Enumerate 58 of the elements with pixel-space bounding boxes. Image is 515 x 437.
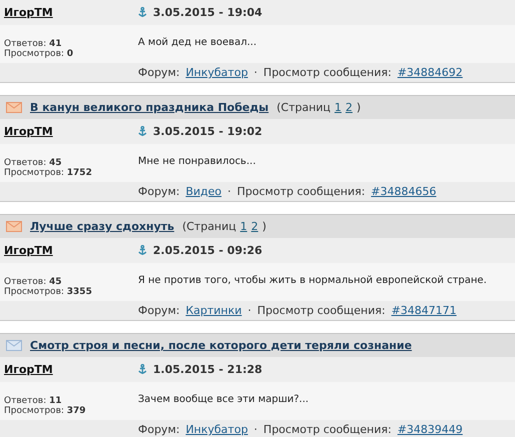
page-link[interactable]: 2 [346,101,353,114]
forum-label: Форум: [138,185,180,198]
post-message: Я не против того, чтобы жить в нормальной европейской стране. [138,274,488,286]
post-message: А мой дед не воевал... [138,36,258,48]
anchor-icon [138,245,147,256]
view-post-label: Просмотр сообщения: [263,66,392,79]
separator-dot: · [254,423,258,436]
replies-count: Ответов: 45 [4,277,63,287]
post-link[interactable]: #34847171 [391,304,457,317]
post-message: Зачем вообще все эти марши?... [138,393,310,405]
page-link[interactable]: 1 [334,101,342,114]
post-date: 3.05.2015 - 19:04 [153,6,262,19]
view-post-label: Просмотр сообщения: [263,423,392,436]
views-count: Просмотров: 379 [4,406,87,416]
anchor-icon [138,7,147,18]
pages-close: ) [356,101,361,114]
post-date: 1.05.2015 - 21:28 [153,363,262,376]
post-link[interactable]: #34839449 [397,423,463,436]
post-date: 2.05.2015 - 09:26 [153,244,262,257]
forum-label: Форум: [138,66,180,79]
envelope-icon [6,102,22,113]
pages-label: (Страниц [276,101,331,114]
topic-title-link[interactable]: Смотр строя и песни, после которого дети теряли сознание [30,339,412,352]
views-count: Просмотров: 0 [4,49,74,59]
views-count: Просмотров: 1752 [4,168,93,178]
author-link[interactable]: ИгорТМ [0,6,138,19]
author-link[interactable]: ИгорТМ [0,125,138,138]
pages-close: ) [262,220,266,233]
forum-link[interactable]: Картинки [186,304,242,317]
replies-count: Ответов: 45 [4,158,63,168]
replies-count: Ответов: 11 [4,396,63,406]
views-count: Просмотров: 3355 [4,287,93,297]
forum-label: Форум: [138,304,180,317]
page-link[interactable]: 2 [251,220,258,233]
forum-link[interactable]: Видео [186,185,222,198]
anchor-icon [138,364,147,375]
post-date: 3.05.2015 - 19:02 [153,125,262,138]
separator-dot: · [248,304,252,317]
anchor-icon [138,126,147,137]
forum-label: Форум: [138,423,180,436]
topic-title-link[interactable]: В канун великого праздника Победы [30,101,269,114]
separator-dot: · [228,185,232,198]
author-link[interactable]: ИгорТМ [0,244,138,257]
forum-link[interactable]: Инкубатор [186,423,248,436]
replies-count: Ответов: 41 [4,39,63,49]
topic-title-link[interactable]: Лучше сразу сдохнуть [30,220,174,233]
view-post-label: Просмотр сообщения: [237,185,366,198]
page-link[interactable]: 1 [240,220,248,233]
post-link[interactable]: #34884692 [397,66,463,79]
post-message: Мне не понравилось... [138,155,257,167]
pages-label: (Страниц [182,220,236,233]
separator-dot: · [254,66,258,79]
view-post-label: Просмотр сообщения: [257,304,386,317]
forum-link[interactable]: Инкубатор [186,66,248,79]
envelope-icon [6,221,22,232]
envelope-icon [6,340,22,351]
author-link[interactable]: ИгорТМ [0,363,138,376]
post-link[interactable]: #34884656 [371,185,436,198]
